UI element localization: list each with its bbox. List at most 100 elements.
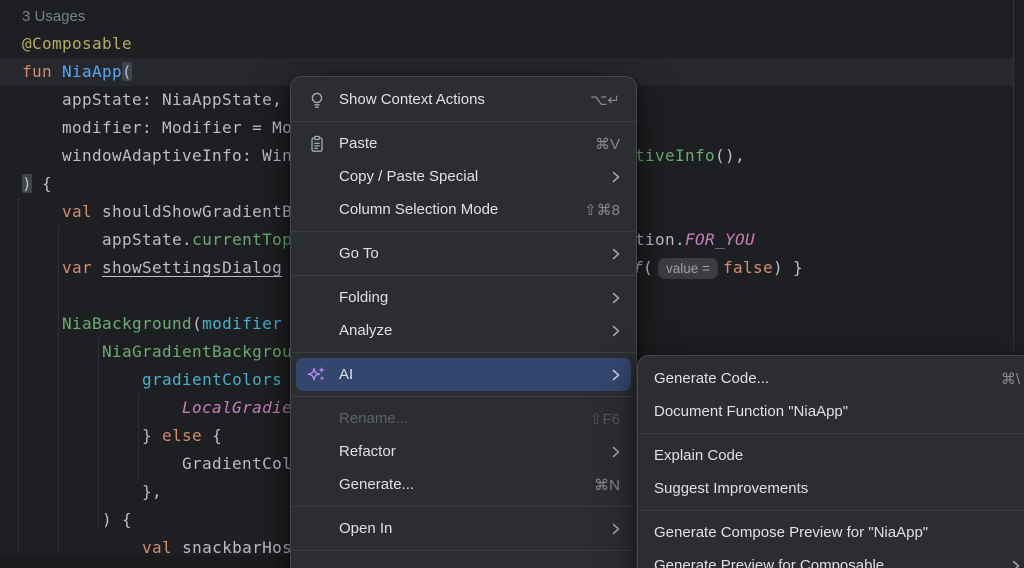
- ai-submenu-item-document-function-niaapp[interactable]: Document Function "NiaApp": [643, 395, 1024, 428]
- code-token: tiveInfo: [635, 142, 715, 170]
- code-line[interactable]: NiaGradientBackgrou: [22, 338, 292, 366]
- code-token: currentTop: [192, 230, 292, 249]
- menu-separator: [639, 510, 1024, 511]
- code-token: [22, 398, 182, 417]
- code-line[interactable]: LocalGradie: [22, 394, 292, 422]
- menu-item-label: Go To: [339, 245, 588, 262]
- code-line[interactable]: appState: NiaAppState,: [22, 86, 282, 114]
- code-token: appState: NiaAppState,: [22, 90, 282, 109]
- submenu-arrow-icon: [612, 171, 620, 183]
- context-menu-item-column-selection-mode[interactable]: Column Selection Mode ⇧⌘8: [296, 193, 631, 226]
- code-token: LocalGradie: [182, 398, 292, 417]
- submenu-arrow-icon: [612, 523, 620, 535]
- ai-submenu: Generate Code...⌘\ Document Function "Nia…: [637, 355, 1024, 568]
- code-line[interactable]: @Composable: [22, 30, 132, 58]
- code-token: [22, 258, 62, 277]
- code-token: {: [202, 426, 222, 445]
- code-line[interactable]: var showSettingsDialog: [22, 254, 282, 282]
- code-line[interactable]: },: [22, 478, 162, 506]
- code-line[interactable]: gradientColors: [22, 366, 282, 394]
- context-menu-item-ai[interactable]: AI: [296, 358, 631, 391]
- code-token: ) }: [773, 254, 803, 282]
- code-token: NiaApp: [62, 62, 122, 81]
- menu-separator: [292, 506, 635, 507]
- code-line[interactable]: fun NiaApp(: [22, 58, 132, 86]
- code-token: modifier: Modifier = Mo: [22, 118, 292, 137]
- menu-item-label: Analyze: [339, 322, 588, 339]
- context-menu-item-folding[interactable]: Folding: [296, 281, 631, 314]
- menu-item-label: Suggest Improvements: [654, 480, 1020, 497]
- context-menu-item-paste[interactable]: Paste⌘V: [296, 127, 631, 160]
- icon-placeholder: [307, 244, 327, 264]
- menu-item-label: Document Function "NiaApp": [654, 403, 1020, 420]
- lightbulb-icon: [307, 90, 327, 110]
- code-line[interactable]: modifier: Modifier = Mo: [22, 114, 292, 142]
- ai-sparkle-icon: [307, 365, 327, 385]
- code-fragment[interactable]: tion.FOR_YOU: [635, 226, 755, 254]
- code-line[interactable]: ) {: [22, 170, 52, 198]
- submenu-arrow-icon: [612, 325, 620, 337]
- code-token: (),: [715, 142, 745, 170]
- menu-item-label: Generate Compose Preview for "NiaApp": [654, 524, 1020, 541]
- menu-item-label: Column Selection Mode: [339, 201, 560, 218]
- ai-submenu-item-suggest-improvements[interactable]: Suggest Improvements: [643, 472, 1024, 505]
- code-line[interactable]: GradientCol: [22, 450, 292, 478]
- context-menu-item-rename: Rename... ⇧F6: [296, 402, 631, 435]
- inlay-hint-chip: value =: [658, 258, 718, 279]
- submenu-arrow-icon: [1012, 560, 1020, 568]
- menu-item-label: Copy / Paste Special: [339, 168, 588, 185]
- code-token: ): [22, 174, 32, 193]
- ai-submenu-item-generate-compose-preview-for-niaapp[interactable]: Generate Compose Preview for "NiaApp": [643, 516, 1024, 549]
- menu-item-label: Paste: [339, 135, 571, 152]
- context-menu-item-generate[interactable]: Generate...⌘N: [296, 468, 631, 501]
- code-token: val: [62, 202, 102, 221]
- menu-separator: [292, 231, 635, 232]
- menu-shortcut: ⇧⌘8: [584, 201, 620, 219]
- icon-placeholder: [307, 200, 327, 220]
- menu-shortcut: ⌘N: [594, 476, 620, 494]
- context-menu-item-open-in[interactable]: Open In: [296, 512, 631, 545]
- code-line[interactable]: 3 Usages: [22, 2, 85, 30]
- code-token: else: [162, 426, 202, 445]
- code-line[interactable]: ) {: [22, 506, 132, 534]
- code-line[interactable]: val shouldShowGradientB: [22, 198, 292, 226]
- code-fragment[interactable]: f(value =false) }: [633, 254, 803, 282]
- code-line[interactable]: appState.currentTop: [22, 226, 292, 254]
- code-token: [22, 314, 62, 333]
- code-token: }: [22, 426, 162, 445]
- context-menu-item-go-to[interactable]: Go To: [296, 237, 631, 270]
- menu-shortcut: ⌥↵: [590, 91, 620, 109]
- submenu-arrow-icon: [612, 369, 620, 381]
- ide-editor-screen: 3 Usages@Composablefun NiaApp( appState:…: [0, 0, 1024, 568]
- code-token: FOR_YOU: [685, 226, 755, 254]
- menu-separator: [292, 396, 635, 397]
- menu-separator: [292, 550, 635, 551]
- code-token: ) {: [22, 510, 132, 529]
- code-line[interactable]: } else {: [22, 422, 222, 450]
- ai-submenu-item-generate-preview-for-composable[interactable]: Generate Preview for Composable...: [643, 549, 1024, 568]
- icon-placeholder: [307, 442, 327, 462]
- context-menu-item-copy-paste-special[interactable]: Copy / Paste Special: [296, 160, 631, 193]
- context-menu-item-show-context-actions[interactable]: Show Context Actions⌥↵: [296, 83, 631, 116]
- code-token: GradientCol: [22, 454, 292, 473]
- code-token: (: [122, 62, 132, 81]
- code-fragment[interactable]: tiveInfo(),: [635, 142, 745, 170]
- ai-submenu-item-explain-code[interactable]: Explain Code: [643, 439, 1024, 472]
- code-line[interactable]: NiaBackground(modifier: [22, 310, 282, 338]
- icon-placeholder: [307, 409, 327, 429]
- code-token: NiaGradientBackgrou: [102, 342, 292, 361]
- code-line[interactable]: windowAdaptiveInfo: Win: [22, 142, 292, 170]
- menu-shortcut: ⇧F6: [590, 410, 620, 428]
- code-token: [22, 342, 102, 361]
- ai-submenu-item-generate-code[interactable]: Generate Code...⌘\: [643, 362, 1024, 395]
- submenu-arrow-icon: [612, 292, 620, 304]
- code-token: [22, 202, 62, 221]
- menu-separator: [639, 433, 1024, 434]
- context-menu-item-refactor[interactable]: Refactor: [296, 435, 631, 468]
- menu-item-label: Rename...: [339, 410, 566, 427]
- code-token: {: [32, 174, 52, 193]
- context-menu-item-analyze[interactable]: Analyze: [296, 314, 631, 347]
- code-token: [22, 370, 142, 389]
- menu-item-label: Generate Preview for Composable...: [654, 557, 988, 568]
- code-token: (: [192, 314, 202, 333]
